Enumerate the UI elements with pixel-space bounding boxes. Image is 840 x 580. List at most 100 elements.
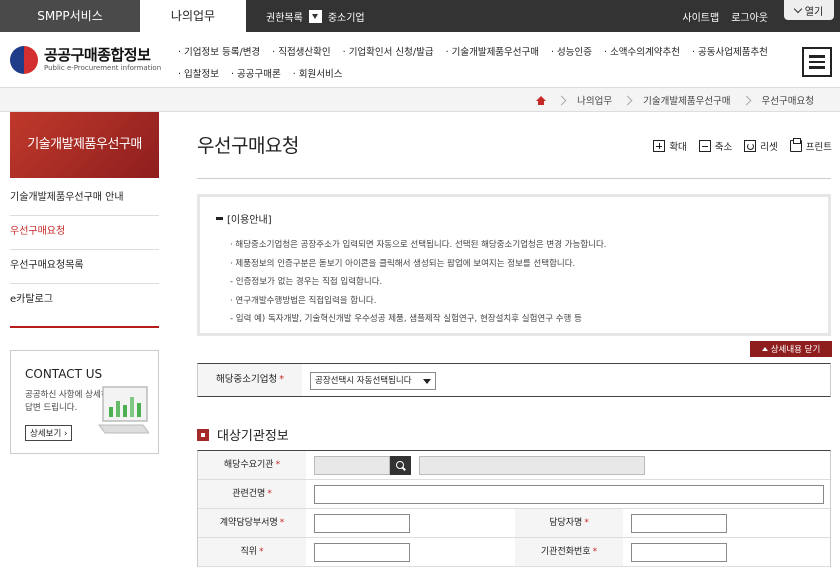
contact-detail-button[interactable]: 상세보기 [25,425,73,441]
form-row: 계약담당부서명 * 담당자명 * [198,509,830,538]
tab-my-work[interactable]: 나의업무 [140,0,246,32]
home-icon [536,95,547,105]
global-nav: 기업정보 등록/변경 직접생산확인 기업확인서 신청/발급 기술개발제품우선구매… [178,40,778,84]
plus-box-icon [653,140,666,152]
project-name-input[interactable] [314,485,824,504]
project-name-label: 관련건명 * [198,480,306,508]
position-label: 직위 * [198,538,306,566]
breadcrumb-item-priority-purchase[interactable]: 기술개발제품우선구매 [631,93,742,107]
reset-button[interactable]: 리셋 [744,139,778,153]
hamburger-line [809,66,825,69]
sidebar-item-guide[interactable]: 기술개발제품우선구매 안내 [10,182,159,216]
required-mark: * [584,518,589,528]
demand-agency-label: 해당수요기관 * [198,451,306,479]
section-title: 대상기관정보 [197,425,289,444]
hamburger-line [809,60,825,64]
zoom-in-button[interactable]: 확대 [653,139,687,153]
top-bar: SMPP서비스 나의업무 권한목록 중소기업 사이트맵 로그아웃 열기 [0,0,840,32]
sitemap-link[interactable]: 사이트맵 [682,9,719,24]
gnb-item-small-contract[interactable]: 소액수의계약추천 [604,44,680,58]
gnb-item-priority-purchase[interactable]: 기술개발제품우선구매 [446,44,539,58]
printer-icon [789,138,802,152]
reset-icon [744,140,757,152]
util-links: 사이트맵 로그아웃 [682,0,768,32]
page-title: 우선구매요청 [197,135,299,157]
breadcrumb-bar: 나의업무 기술개발제품우선구매 우선구매요청 [0,88,840,112]
print-label: 프린트 [805,142,832,153]
triangle-up-icon [761,347,768,351]
demand-agency-search-button[interactable] [390,456,411,475]
authority-label: 권한목록 [266,12,303,24]
demand-agency-name-input[interactable] [419,456,645,475]
usage-guide-line: · 제품정보의 인증구분은 돋보기 아이콘을 클릭해서 생성되는 팝업에 보여지… [230,258,576,269]
minus-box-icon [698,140,711,152]
demand-agency-label-text: 해당수요기관 [223,460,274,470]
agency-info-form: 해당수요기관 * 관련건명 * 계약담당부서명 * 담당자명 * 직위 * 기관전화번호 * [197,450,831,567]
breadcrumb: 나의업무 기술개발제품우선구매 우선구매요청 [524,88,826,112]
form-row: 해당수요기관 * [198,451,830,480]
demand-agency-code-input[interactable] [314,456,390,475]
gnb-item-public-purchase[interactable]: 공공구매론 [231,66,281,80]
close-details-label: 상세내용 닫기 [770,345,821,355]
close-details-button[interactable]: 상세내용 닫기 [750,341,832,357]
breadcrumb-home[interactable] [524,95,558,105]
logo[interactable]: 공공구매종합정보 Public e-Procurement informatio… [10,46,161,74]
sme-office-label-text: 해당중소기업청 [216,374,278,385]
gnb-item-performance-cert[interactable]: 성능인증 [551,44,592,58]
sidebar-item-ecatalog[interactable]: e카탈로그 [10,284,159,318]
page-tools: 확대 축소 리셋 프린트 [653,138,832,153]
sidebar-item-request[interactable]: 우선구매요청 [10,216,159,250]
sme-office-row: 해당중소기업청 * 공장선택시 자동선택됩니다 [197,363,831,397]
contract-dept-label-text: 계약담당부서명 [219,518,278,528]
logo-subtitle: Public e-Procurement information [44,64,162,72]
gnb-item-bid-info[interactable]: 입찰정보 [178,66,219,80]
agency-phone-label-text: 기관전화번호 [540,547,591,557]
breadcrumb-item-current[interactable]: 우선구매요청 [750,93,826,107]
open-button[interactable]: 열기 [784,0,834,20]
sidebar-banner: 기술개발제품우선구매 [10,112,159,178]
position-label-text: 직위 [240,547,258,557]
agency-phone-input[interactable] [631,543,727,562]
sidebar-item-request-list[interactable]: 우선구매요청목록 [10,250,159,284]
position-input[interactable] [314,543,410,562]
manager-name-label: 담당자명 * [515,509,623,537]
required-mark: * [267,489,272,499]
gnb-item-member-service[interactable]: 회원서비스 [293,66,343,80]
logo-title: 공공구매종합정보 [44,46,151,64]
contact-title: CONTACT US [25,367,103,381]
form-row: 직위 * 기관전화번호 * [198,538,830,567]
form-row: 관련건명 * [198,480,830,509]
required-mark: * [275,460,281,470]
gnb-item-company-certificate[interactable]: 기업확인서 신청/발급 [343,44,434,58]
sme-office-label: 해당중소기업청 * [198,364,302,396]
print-button[interactable]: 프린트 [789,138,832,153]
breadcrumb-item-my-work[interactable]: 나의업무 [565,93,624,107]
authority-dropdown-icon[interactable] [308,9,322,23]
gnb-row-1: 기업정보 등록/변경 직접생산확인 기업확인서 신청/발급 기술개발제품우선구매… [178,40,778,62]
open-label: 열기 [804,6,824,18]
section-title-text: 대상기관정보 [217,429,289,444]
usage-guide-box: [이용안내] · 해당중소기업청은 공장주소가 입력되면 자동으로 선택됩니다.… [197,194,831,336]
agency-phone-label: 기관전화번호 * [515,538,623,566]
project-name-label-text: 관련건명 [232,489,266,499]
gnb-item-joint-business[interactable]: 공동사업제품추천 [692,44,768,58]
usage-guide-line: - 인증정보가 없는 경우는 직접 입력합니다. [230,277,383,287]
usage-guide-line: · 연구개발수행방법은 직접입력을 합니다. [230,295,377,306]
zoom-out-label: 축소 [714,142,733,153]
sme-office-select[interactable]: 공장선택시 자동선택됩니다 [310,372,436,390]
sme-link[interactable]: 중소기업 [328,9,365,24]
header: 공공구매종합정보 Public e-Procurement informatio… [0,32,840,88]
gnb-item-direct-production[interactable]: 직접생산확인 [272,44,330,58]
contract-dept-label: 계약담당부서명 * [198,509,306,537]
required-mark: * [592,547,598,557]
manager-name-label-text: 담당자명 [549,518,583,528]
gnb-item-company-info[interactable]: 기업정보 등록/변경 [178,44,260,58]
manager-name-input[interactable] [631,514,727,533]
contract-dept-input[interactable] [314,514,410,533]
tab-smpp-service[interactable]: SMPP서비스 [0,0,140,32]
usage-guide-line: · 해당중소기업청은 공장주소가 입력되면 자동으로 선택됩니다. 선택된 해당… [230,240,607,250]
contact-box: CONTACT US 공공하신 사항에 상세히 답변 드립니다. 상세보기 [10,350,159,454]
logout-link[interactable]: 로그아웃 [731,9,768,24]
hamburger-menu-button[interactable] [802,47,832,77]
zoom-out-button[interactable]: 축소 [698,139,733,153]
